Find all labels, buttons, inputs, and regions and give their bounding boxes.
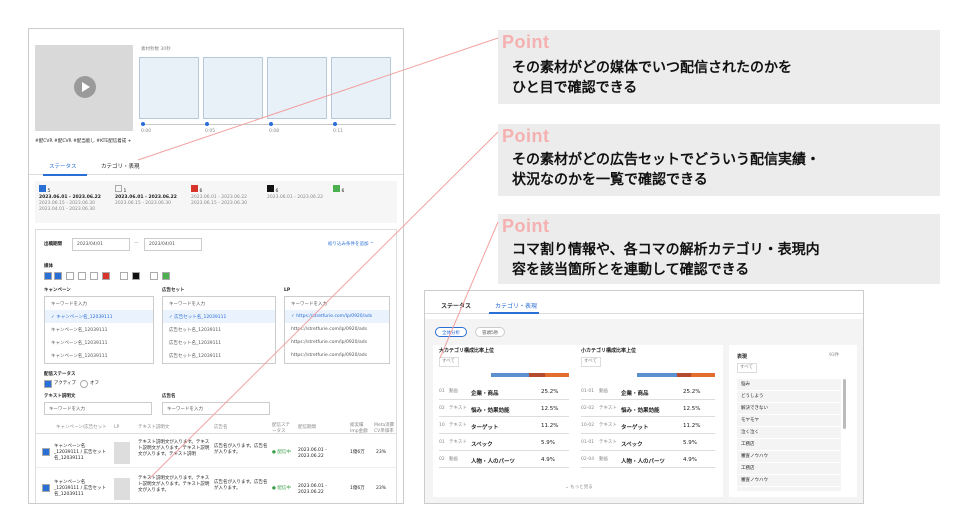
connector-line <box>439 221 499 359</box>
connector-line <box>137 37 499 161</box>
connector-lines <box>137 37 499 479</box>
connector-line <box>149 131 499 479</box>
